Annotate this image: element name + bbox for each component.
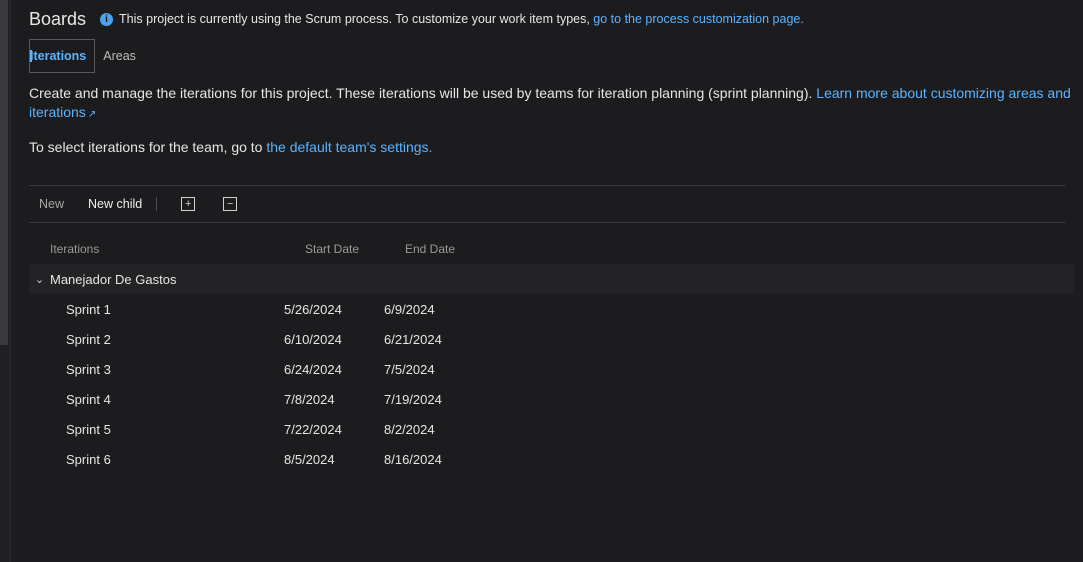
column-header-start-date[interactable]: Start Date bbox=[305, 242, 405, 256]
iteration-start-date: 6/10/2024 bbox=[284, 331, 342, 347]
tab-areas[interactable]: Areas bbox=[95, 39, 144, 73]
external-link-icon: ↗ bbox=[87, 109, 97, 120]
team-settings-link[interactable]: the default team's settings. bbox=[266, 139, 432, 155]
new-button[interactable]: New bbox=[29, 197, 74, 211]
iteration-name: Sprint 5 bbox=[66, 421, 111, 437]
chevron-down-icon[interactable]: ⌄ bbox=[29, 273, 50, 286]
iteration-name: Sprint 3 bbox=[66, 361, 111, 377]
iterations-toolbar: New New child + − bbox=[29, 185, 1066, 223]
tab-iterations[interactable]: Iterations bbox=[29, 39, 96, 73]
scrollbar-thumb[interactable] bbox=[0, 0, 8, 345]
iteration-end-date: 8/2/2024 bbox=[384, 421, 435, 437]
page-title: Boards bbox=[29, 8, 87, 29]
table-row[interactable]: Sprint 2 6/10/2024 6/21/2024 bbox=[29, 324, 1074, 354]
iteration-name: Sprint 6 bbox=[66, 451, 111, 467]
collapse-all-icon[interactable]: − bbox=[223, 197, 238, 211]
column-header-end-date[interactable]: End Date bbox=[405, 242, 525, 256]
page-header: Boards i This project is currently using… bbox=[29, 0, 1074, 38]
iteration-start-date: 6/24/2024 bbox=[284, 361, 342, 377]
parent-iteration-cell: ⌄ Manejador De Gastos bbox=[29, 272, 284, 287]
table-row[interactable]: Sprint 6 8/5/2024 8/16/2024 bbox=[29, 444, 1074, 474]
iteration-name: Sprint 4 bbox=[66, 391, 111, 407]
process-customization-link[interactable]: go to the process customization page. bbox=[593, 12, 804, 26]
info-icon: i bbox=[100, 12, 114, 26]
expand-all-icon[interactable]: + bbox=[181, 197, 196, 211]
iteration-start-date: 7/22/2024 bbox=[284, 421, 342, 437]
table-row[interactable]: Sprint 5 7/22/2024 8/2/2024 bbox=[29, 414, 1074, 444]
team-settings-text: To select iterations for the team, go to bbox=[29, 139, 267, 155]
team-settings-line: To select iterations for the team, go to… bbox=[29, 139, 1074, 155]
table-row[interactable]: Sprint 3 6/24/2024 7/5/2024 bbox=[29, 354, 1074, 384]
iteration-start-date: 7/8/2024 bbox=[284, 391, 335, 407]
iteration-end-date: 7/19/2024 bbox=[384, 391, 442, 407]
iterations-grid: Iterations Start Date End Date ⌄ Manejad… bbox=[29, 234, 1074, 474]
process-info-message: This project is currently using the Scru… bbox=[119, 12, 594, 26]
main-content: Boards i This project is currently using… bbox=[29, 0, 1074, 474]
tab-areas-label: Areas bbox=[103, 49, 136, 63]
iterations-description: Create and manage the iterations for thi… bbox=[29, 84, 1074, 124]
tab-iterations-label: Iterations bbox=[30, 49, 87, 63]
iteration-end-date: 8/16/2024 bbox=[384, 451, 442, 467]
iteration-start-date: 8/5/2024 bbox=[284, 451, 335, 467]
iteration-name: Sprint 1 bbox=[66, 301, 111, 317]
parent-iteration-row[interactable]: ⌄ Manejador De Gastos bbox=[29, 264, 1074, 294]
process-info-text: This project is currently using the Scru… bbox=[119, 12, 804, 26]
tab-bar: Iterations Areas bbox=[29, 39, 1074, 73]
description-text: Create and manage the iterations for thi… bbox=[29, 85, 817, 101]
iteration-end-date: 6/9/2024 bbox=[384, 301, 435, 317]
toolbar-divider bbox=[156, 197, 158, 211]
table-row[interactable]: Sprint 4 7/8/2024 7/19/2024 bbox=[29, 384, 1074, 414]
column-header-iterations[interactable]: Iterations bbox=[29, 242, 305, 256]
iteration-name: Sprint 2 bbox=[66, 331, 111, 347]
iteration-end-date: 6/21/2024 bbox=[384, 331, 442, 347]
left-scroll-rail[interactable] bbox=[0, 0, 11, 562]
iteration-end-date: 7/5/2024 bbox=[384, 361, 435, 377]
iteration-start-date: 5/26/2024 bbox=[284, 301, 342, 317]
grid-header: Iterations Start Date End Date bbox=[29, 234, 1074, 264]
new-child-button[interactable]: New child bbox=[74, 197, 152, 211]
parent-iteration-name: Manejador De Gastos bbox=[50, 271, 177, 287]
table-row[interactable]: Sprint 1 5/26/2024 6/9/2024 bbox=[29, 294, 1074, 324]
